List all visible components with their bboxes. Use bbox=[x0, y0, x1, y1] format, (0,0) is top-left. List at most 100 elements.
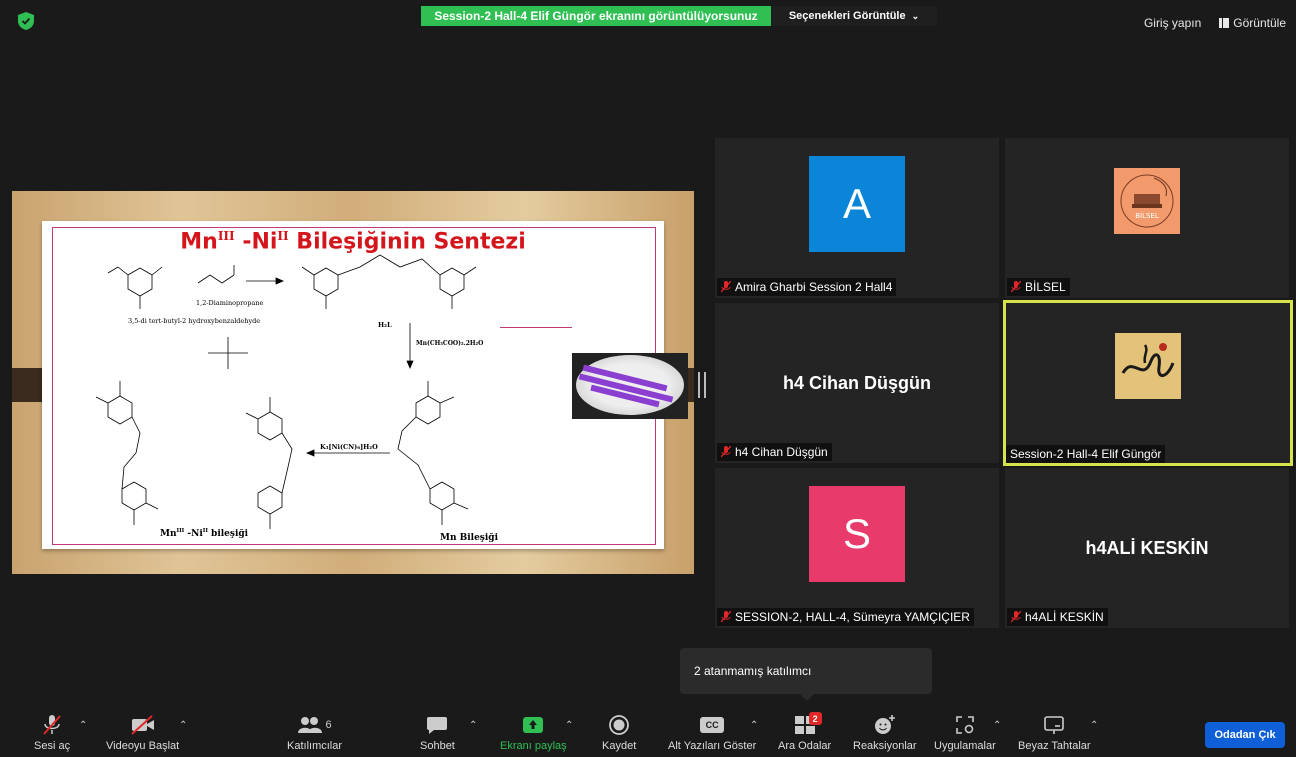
chat-icon bbox=[427, 717, 448, 734]
participant-name-label: h4ALİ KESKİN bbox=[1007, 608, 1108, 626]
breakout-rooms-label: Ara Odalar bbox=[778, 740, 832, 752]
k3-label: K₃[Ni(CN)₆]H₂O bbox=[320, 443, 378, 451]
participant-name-label: h4 Cihan Düşgün bbox=[717, 443, 832, 461]
slide-title-ni-sup: II bbox=[277, 229, 289, 243]
muted-mic-icon bbox=[1011, 611, 1021, 623]
start-video-button[interactable]: Videoyu Başlat bbox=[106, 714, 179, 752]
slide-connector-line bbox=[500, 327, 572, 328]
leave-room-button[interactable]: Odadan Çık bbox=[1205, 722, 1285, 748]
svg-text:BİLSEL: BİLSEL bbox=[1135, 211, 1159, 220]
avatar: A bbox=[809, 156, 905, 252]
chevron-up-icon[interactable]: ⌃ bbox=[469, 720, 477, 731]
participant-name-label: SESSION-2, HALL-4, Sümeyra YAMÇIÇIER bbox=[717, 608, 974, 626]
apps-icon bbox=[956, 716, 974, 734]
participant-tile[interactable]: h4 Cihan Düşgün h4 Cihan Düşgün bbox=[715, 303, 999, 463]
chat-label: Sohbet bbox=[420, 740, 455, 752]
panel-splitter[interactable] bbox=[698, 372, 706, 398]
h2l-label: H₂L bbox=[378, 321, 392, 329]
muted-mic-icon bbox=[721, 281, 731, 293]
record-icon bbox=[609, 715, 630, 735]
participants-button[interactable]: 6 Katılımcılar bbox=[287, 714, 342, 752]
captions-button[interactable]: CC Alt Yazıları Göster bbox=[668, 714, 756, 752]
participants-icon bbox=[298, 717, 323, 733]
reactions-button[interactable]: Reaksiyonlar bbox=[853, 714, 917, 752]
participant-name: BİLSEL bbox=[1025, 280, 1066, 294]
chevron-up-icon[interactable]: ⌃ bbox=[79, 720, 87, 731]
signin-button[interactable]: Giriş yapın bbox=[1144, 16, 1201, 30]
apps-label: Uygulamalar bbox=[934, 740, 996, 752]
bilsel-logo-image: BİLSEL bbox=[1114, 168, 1180, 234]
breakout-tooltip: 2 atanmamış katılımcı bbox=[680, 648, 932, 694]
start-video-label: Videoyu Başlat bbox=[106, 740, 180, 752]
slide-title-dash: -Ni bbox=[234, 229, 278, 255]
synthesis-scheme: 3,5-di tert-butyl-2 hydroxybenzaldehyde … bbox=[95, 254, 499, 543]
unmute-label: Sesi aç bbox=[34, 740, 71, 752]
view-options-button[interactable]: Seçenekleri Görüntüle ⌄ bbox=[771, 6, 937, 26]
mn-ni-compound-label: MnIII -NiII bileşiği bbox=[160, 528, 249, 539]
meeting-toolbar: Sesi aç ⌃ Videoyu Başlat ⌃ 6 Katılımcıla… bbox=[0, 706, 1296, 757]
mn-ni-label-rest: bileşiği bbox=[208, 529, 249, 539]
participant-name: Amira Gharbi Session 2 Hall4 bbox=[735, 280, 893, 294]
participant-name: SESSION-2, HALL-4, Sümeyra YAMÇIÇIER bbox=[735, 610, 970, 624]
whiteboard-label: Beyaz Tahtalar bbox=[1018, 740, 1091, 752]
chevron-up-icon[interactable]: ⌃ bbox=[565, 720, 573, 731]
mn-ni-label-mid: -Ni bbox=[184, 529, 203, 539]
unmute-button[interactable]: Sesi aç bbox=[34, 714, 70, 752]
whiteboard-icon bbox=[1044, 716, 1065, 734]
participant-display-name: h4ALİ KESKİN bbox=[1085, 538, 1209, 558]
elif-calligraphy-image bbox=[1115, 333, 1181, 399]
apps-button[interactable]: Uygulamalar bbox=[934, 714, 996, 752]
presentation-slide: MnIII -NiII Bileşiğinin Sentezi 3,5-di t… bbox=[42, 221, 688, 549]
participant-name-label: BİLSEL bbox=[1007, 278, 1070, 296]
reactions-label: Reaksiyonlar bbox=[853, 740, 917, 752]
muted-mic-icon bbox=[721, 446, 731, 458]
participant-name-label: Amira Gharbi Session 2 Hall4 bbox=[717, 278, 897, 296]
shared-screen: MnIII -NiII Bileşiğinin Sentezi 3,5-di t… bbox=[12, 191, 694, 574]
slide-title-mn: Mn bbox=[180, 229, 218, 255]
view-label: Görüntüle bbox=[1233, 16, 1286, 30]
chevron-up-icon[interactable]: ⌃ bbox=[993, 720, 1001, 731]
participant-name: h4ALİ KESKİN bbox=[1025, 610, 1104, 624]
participant-name: h4 Cihan Düşgün bbox=[735, 445, 828, 459]
participant-display-name: h4 Cihan Düşgün bbox=[783, 373, 931, 393]
mic-muted-icon bbox=[43, 715, 61, 735]
share-screen-icon bbox=[523, 717, 544, 733]
whiteboard-button[interactable]: Beyaz Tahtalar bbox=[1018, 714, 1091, 752]
chevron-up-icon[interactable]: ⌃ bbox=[179, 720, 187, 731]
participant-tile[interactable]: BİLSEL BİLSEL bbox=[1005, 138, 1289, 298]
view-button[interactable]: Görüntüle bbox=[1219, 16, 1286, 30]
slide-title: MnIII -NiII Bileşiğinin Sentezi bbox=[42, 229, 664, 254]
participant-tile[interactable]: h4ALİ KESKİN h4ALİ KESKİN bbox=[1005, 468, 1289, 628]
crystal-photo bbox=[572, 353, 688, 419]
participants-label: Katılımcılar bbox=[287, 740, 343, 752]
tooltip-arrow bbox=[800, 694, 814, 701]
chevron-up-icon[interactable]: ⌃ bbox=[750, 720, 758, 731]
participant-tile[interactable]: S SESSION-2, HALL-4, Sümeyra YAMÇIÇIER bbox=[715, 468, 999, 628]
smiley-plus-icon bbox=[874, 715, 895, 734]
avatar: S bbox=[809, 486, 905, 582]
view-options-label: Seçenekleri Görüntüle bbox=[788, 10, 906, 22]
muted-mic-icon bbox=[721, 611, 731, 623]
chat-button[interactable]: Sohbet bbox=[420, 714, 455, 752]
breakout-rooms-button[interactable]: 2 Ara Odalar bbox=[778, 712, 832, 752]
video-off-icon bbox=[130, 715, 154, 735]
muted-mic-icon bbox=[1011, 281, 1021, 293]
captions-icon: CC bbox=[700, 717, 725, 733]
breakout-badge: 2 bbox=[808, 712, 822, 725]
participant-tile[interactable]: A Amira Gharbi Session 2 Hall4 bbox=[715, 138, 999, 298]
mn-compound-label: Mn Bileşiği bbox=[440, 533, 499, 543]
captions-label: Alt Yazıları Göster bbox=[668, 740, 757, 752]
chevron-up-icon[interactable]: ⌃ bbox=[1090, 720, 1098, 731]
share-screen-label: Ekranı paylaş bbox=[500, 740, 567, 752]
share-screen-button[interactable]: Ekranı paylaş bbox=[500, 714, 567, 752]
mn-reagent-label: Mn(CH₃COO)₂.2H₂O bbox=[416, 340, 483, 347]
mn-ni-label-mn: Mn bbox=[160, 529, 177, 539]
record-button[interactable]: Kaydet bbox=[602, 714, 636, 752]
view-layout-icon bbox=[1219, 18, 1230, 28]
participant-tile-active-speaker[interactable]: Session-2 Hall-4 Elif Güngör bbox=[1003, 300, 1293, 466]
chevron-down-icon: ⌄ bbox=[911, 10, 920, 21]
slide-title-rest: Bileşiğinin Sentezi bbox=[288, 229, 526, 255]
screen-share-banner: Session-2 Hall-4 Elif Güngör ekranını gö… bbox=[421, 6, 771, 26]
security-shield-icon[interactable] bbox=[18, 12, 34, 30]
aldehyde-label: 3,5-di tert-butyl-2 hydroxybenzaldehyde bbox=[128, 317, 260, 325]
